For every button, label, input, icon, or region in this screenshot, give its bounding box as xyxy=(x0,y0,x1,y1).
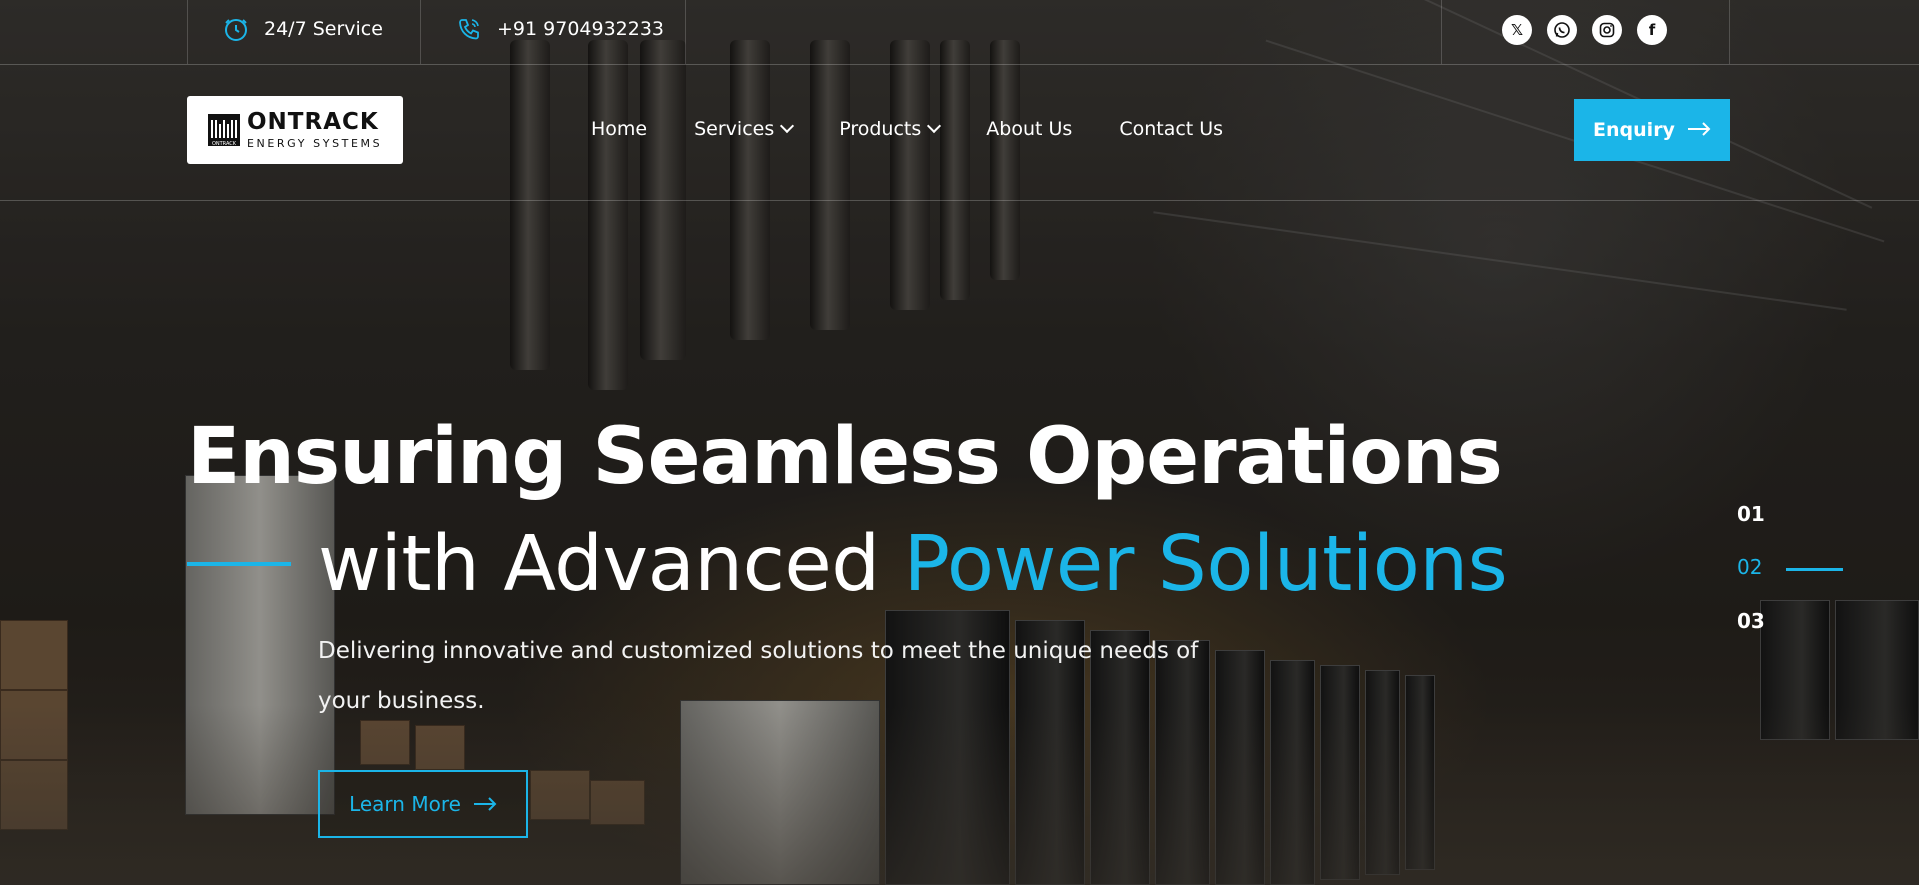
phone-icon xyxy=(455,15,483,43)
active-slide-line xyxy=(1786,568,1843,571)
arrow-right-icon xyxy=(1687,119,1711,141)
hero-title-plain: with Advanced xyxy=(318,520,904,609)
hero-title-line1: Ensuring Seamless Operations xyxy=(187,412,1503,502)
logo-mark-icon: ONTRACK xyxy=(207,110,241,150)
facebook-icon[interactable]: f xyxy=(1637,15,1667,45)
grid-line xyxy=(1729,0,1730,64)
topbar-divider xyxy=(0,64,1919,65)
title-accent-dash xyxy=(187,562,291,566)
phone-info[interactable]: +91 9704932233 xyxy=(455,15,664,43)
hero-title-line2: with Advanced Power Solutions xyxy=(318,520,1508,609)
grid-line xyxy=(1441,0,1442,64)
hero-title-accent: Power Solutions xyxy=(903,520,1508,609)
grid-line xyxy=(187,0,188,64)
nav-item-services[interactable]: Services xyxy=(694,118,795,140)
hero-description: Delivering innovative and customized sol… xyxy=(318,638,1199,714)
instagram-icon[interactable] xyxy=(1592,15,1622,45)
logo-main-text: ONTRACK xyxy=(247,109,379,135)
main-nav: Home Services Products About Us Contact … xyxy=(591,118,1223,140)
nav-item-about-us[interactable]: About Us xyxy=(986,118,1072,140)
nav-label: Products xyxy=(839,118,922,140)
nav-item-contact-us[interactable]: Contact Us xyxy=(1119,118,1223,140)
phone-number[interactable]: +91 9704932233 xyxy=(497,18,664,40)
nav-label: Home xyxy=(591,118,648,140)
logo-sub-text: ENERGY SYSTEMS xyxy=(247,137,383,150)
slide-indicator-02[interactable]: 02 xyxy=(1737,555,1762,579)
nav-label: Services xyxy=(694,118,775,140)
whatsapp-icon[interactable] xyxy=(1547,15,1577,45)
chevron-down-icon xyxy=(780,118,795,134)
enquiry-label: Enquiry xyxy=(1593,119,1675,141)
nav-item-products[interactable]: Products xyxy=(839,118,942,140)
slide-indicator-01[interactable]: 01 xyxy=(1737,502,1765,526)
grid-line xyxy=(685,0,686,64)
service-info: 24/7 Service xyxy=(222,15,383,43)
grid-line xyxy=(420,0,421,64)
chevron-down-icon xyxy=(927,118,942,134)
header-divider xyxy=(0,200,1919,201)
social-links: 𝕏 f xyxy=(1502,15,1667,45)
learn-more-label: Learn More xyxy=(349,792,461,816)
learn-more-button[interactable]: Learn More xyxy=(318,770,528,838)
nav-item-home[interactable]: Home xyxy=(591,118,647,140)
arrow-right-icon xyxy=(473,792,497,816)
logo-wordmark: ONTRACK ENERGY SYSTEMS xyxy=(247,109,383,150)
slide-indicator-03[interactable]: 03 xyxy=(1737,609,1765,633)
service-label: 24/7 Service xyxy=(264,18,383,40)
nav-label: Contact Us xyxy=(1119,118,1224,140)
site-logo[interactable]: ONTRACK ONTRACK ENERGY SYSTEMS xyxy=(187,96,403,164)
enquiry-button[interactable]: Enquiry xyxy=(1574,99,1730,161)
clock-icon xyxy=(222,15,250,43)
x-twitter-icon[interactable]: 𝕏 xyxy=(1502,15,1532,45)
svg-text:ONTRACK: ONTRACK xyxy=(212,141,237,147)
nav-label: About Us xyxy=(986,118,1073,140)
